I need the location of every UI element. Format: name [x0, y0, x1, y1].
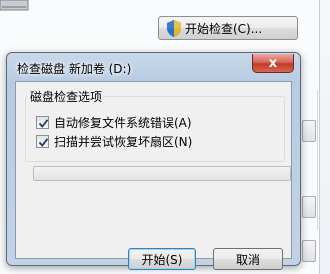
check-now-label: 开始检查(C)... [185, 21, 263, 36]
bg-button-stub[interactable] [302, 240, 316, 262]
auto-fix-label: 自动修复文件系统错误(A) [54, 115, 192, 130]
close-icon: x [268, 55, 278, 71]
close-button[interactable]: x [252, 54, 294, 73]
progress-bar [33, 166, 291, 181]
option-scan-bad-sectors[interactable]: 扫描并尝试恢复坏扇区(N) [36, 133, 192, 149]
bg-button-stub[interactable] [302, 120, 316, 142]
drive-icon [0, 0, 29, 11]
bg-button-stub[interactable] [302, 196, 316, 218]
checkmark-icon [38, 137, 49, 147]
check-now-button[interactable]: 开始检查(C)... [158, 16, 298, 40]
check-disk-dialog: 检查磁盘 新加卷 (D:) x 磁盘检查选项 自动修复文件系统错误(A) 扫描并… [6, 52, 301, 270]
cancel-button[interactable]: 取消 [213, 248, 283, 270]
options-group-label: 磁盘检查选项 [28, 88, 105, 105]
checkmark-icon [38, 118, 49, 128]
option-auto-fix[interactable]: 自动修复文件系统错误(A) [36, 114, 192, 130]
dialog-content: 磁盘检查选项 自动修复文件系统错误(A) 扫描并尝试恢复坏扇区(N) 开始(S)… [15, 81, 292, 270]
auto-fix-checkbox[interactable] [36, 115, 49, 129]
start-button[interactable]: 开始(S) [128, 248, 196, 270]
scan-bad-sectors-label: 扫描并尝试恢复坏扇区(N) [54, 134, 193, 149]
uac-shield-icon [167, 20, 181, 37]
scan-bad-sectors-checkbox[interactable] [36, 134, 49, 148]
dialog-title: 检查磁盘 新加卷 (D:) [17, 62, 132, 76]
